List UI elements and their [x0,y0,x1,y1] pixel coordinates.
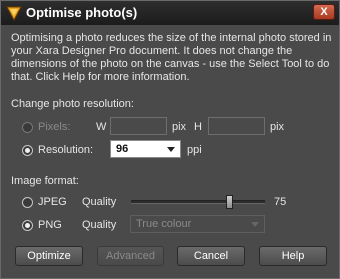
png-quality-value: True colour [136,218,192,230]
resolution-section-heading: Change photo resolution: [11,98,134,110]
chevron-down-icon [165,142,177,156]
jpeg-quality-value: 75 [274,196,287,208]
jpeg-radio[interactable] [22,197,33,208]
cancel-button[interactable]: Cancel [177,246,245,266]
close-button[interactable]: X [313,4,335,20]
optimise-photo-dialog: Optimise photo(s) X Optimising a photo r… [0,0,340,279]
help-button[interactable]: Help [259,246,327,266]
png-quality-combo[interactable]: True colour [130,215,265,233]
width-label: W [96,121,107,133]
chevron-down-icon [249,217,261,231]
png-radio[interactable] [22,220,33,231]
resolution-radio[interactable] [22,145,33,156]
jpeg-quality-slider-track[interactable] [131,200,265,204]
format-section-heading: Image format: [11,175,79,187]
resolution-value: 96 [116,143,129,155]
png-label: PNG [38,219,62,231]
width-unit-label: pix [172,121,187,133]
xara-app-icon [6,5,22,22]
png-quality-label: Quality [82,219,117,231]
jpeg-quality-slider-thumb[interactable] [226,195,234,209]
pixels-radio [22,122,33,133]
resolution-combo[interactable]: 96 [110,140,181,158]
height-unit-label: pix [270,121,285,133]
resolution-label: Resolution: [38,144,94,156]
description-text: Optimising a photo reduces the size of t… [11,32,332,83]
close-icon: X [320,6,328,18]
title-bar[interactable]: Optimise photo(s) X [1,1,339,25]
dialog-title: Optimise photo(s) [26,5,138,20]
optimize-button[interactable]: Optimize [15,246,83,266]
width-input[interactable] [110,117,167,135]
height-input[interactable] [208,117,265,135]
advanced-button[interactable]: Advanced [97,246,164,266]
height-label: H [194,121,202,133]
resolution-unit-label: ppi [187,144,202,156]
pixels-label: Pixels: [38,121,71,133]
jpeg-label: JPEG [38,196,67,208]
jpeg-quality-label: Quality [82,196,117,208]
